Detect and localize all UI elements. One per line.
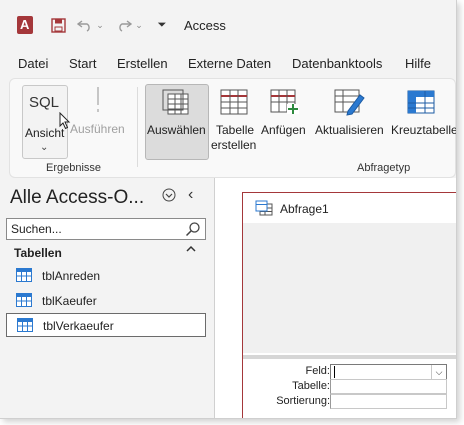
title-bar: A ⌄ ⌄ ⏷ Access [0, 0, 456, 50]
aktualisieren-button[interactable]: Aktualisieren [315, 123, 384, 137]
search-icon[interactable] [185, 221, 201, 237]
grid-label-feld: Feld: [305, 365, 330, 377]
sql-view-label: SQL [29, 94, 60, 111]
table-item-label: tblAnreden [42, 269, 101, 283]
save-icon[interactable] [48, 14, 68, 36]
design-grid: Feld: Tabelle: Sortierung: ⌵ [243, 363, 456, 418]
table-item-label: tblKaeufer [42, 294, 97, 308]
update-query-icon [334, 89, 365, 116]
nav-menu-dropdown-icon[interactable] [162, 188, 176, 205]
menu-erstellen[interactable]: Erstellen [117, 56, 168, 71]
nav-search-input[interactable]: Suchen... [6, 218, 206, 240]
navigation-pane: Alle Access-O... ‹ Suchen... Tabellen tb… [0, 178, 208, 418]
kreuztabelle-button[interactable]: Kreuztabelle [391, 123, 456, 137]
table-pane[interactable] [243, 223, 456, 381]
tabelle-erstellen-label-2[interactable]: erstellen [211, 138, 256, 152]
search-placeholder: Suchen... [11, 222, 62, 236]
sortierung-cell[interactable] [330, 394, 447, 409]
query-design-window: Abfrage1 Feld: Tabelle: Sortierung: ⌵ [242, 192, 456, 418]
nav-pane-title[interactable]: Alle Access-O... [10, 187, 144, 209]
redo-icon[interactable] [115, 14, 133, 36]
collapse-nav-icon[interactable]: ‹ [188, 186, 193, 204]
access-window: A ⌄ ⌄ ⏷ Access Datei Start Erstellen Ext… [0, 0, 457, 419]
menu-datenbanktools[interactable]: Datenbanktools [292, 56, 382, 71]
menu-hilfe[interactable]: Hilfe [405, 56, 431, 71]
window-title: Access [184, 18, 226, 33]
group-label-abfragetyp: Abfragetyp [357, 162, 411, 174]
append-query-icon [270, 89, 299, 114]
group-label-ergebnisse: Ergebnisse [46, 162, 102, 174]
undo-dropdown-icon[interactable]: ⌄ [95, 14, 105, 36]
document-area: Abfrage1 Feld: Tabelle: Sortierung: ⌵ [214, 178, 456, 418]
crosstab-query-icon [407, 90, 435, 114]
menu-start[interactable]: Start [69, 56, 96, 71]
grid-label-tabelle: Tabelle: [292, 380, 330, 392]
table-icon [16, 268, 32, 282]
ausfuehren-button[interactable]: Ausführen [70, 122, 125, 136]
auswaehlen-label: Auswählen [147, 123, 206, 137]
query-icon [255, 200, 273, 216]
tabelle-erstellen-label-1[interactable]: Tabelle [216, 123, 254, 137]
chevron-down-icon: ⌄ [40, 142, 49, 153]
access-app-icon: A [17, 16, 33, 34]
anfuegen-button[interactable]: Anfügen [261, 123, 306, 137]
redo-dropdown-icon[interactable]: ⌄ [134, 14, 144, 36]
pane-splitter[interactable] [243, 355, 456, 359]
feld-combobox[interactable]: ⌵ [330, 364, 447, 380]
table-icon [16, 293, 32, 307]
chevron-down-icon[interactable]: ⌵ [431, 365, 446, 379]
table-icon [17, 318, 33, 332]
table-item-label: tblVerkaeufer [43, 319, 114, 333]
ribbon: SQL Ansicht ⌄ Ausführen Ergebnisse Auswä… [9, 78, 456, 178]
menu-externe-daten[interactable]: Externe Daten [188, 56, 271, 71]
ribbon-separator [137, 87, 138, 167]
query-tab[interactable]: Abfrage1 [243, 193, 456, 221]
section-header-tabellen[interactable]: Tabellen [14, 246, 62, 260]
customize-qat-icon[interactable]: ⏷ [156, 14, 168, 36]
table-item-tblkaeufer[interactable]: tblKaeufer [6, 289, 204, 311]
query-title: Abfrage1 [280, 202, 329, 216]
table-item-tblverkaeufer[interactable]: tblVerkaeufer [6, 313, 206, 337]
menu-bar: Datei Start Erstellen Externe Daten Date… [0, 52, 456, 76]
table-item-tblanreden[interactable]: tblAnreden [6, 264, 204, 286]
text-caret [334, 366, 335, 378]
tabelle-cell[interactable] [330, 379, 447, 394]
run-icon [96, 87, 100, 113]
select-query-icon [162, 89, 189, 115]
grid-label-sortierung: Sortierung: [276, 395, 330, 407]
make-table-icon [220, 89, 248, 115]
menu-datei[interactable]: Datei [18, 56, 48, 71]
undo-icon[interactable] [76, 14, 94, 36]
chevron-up-icon[interactable] [186, 244, 196, 256]
